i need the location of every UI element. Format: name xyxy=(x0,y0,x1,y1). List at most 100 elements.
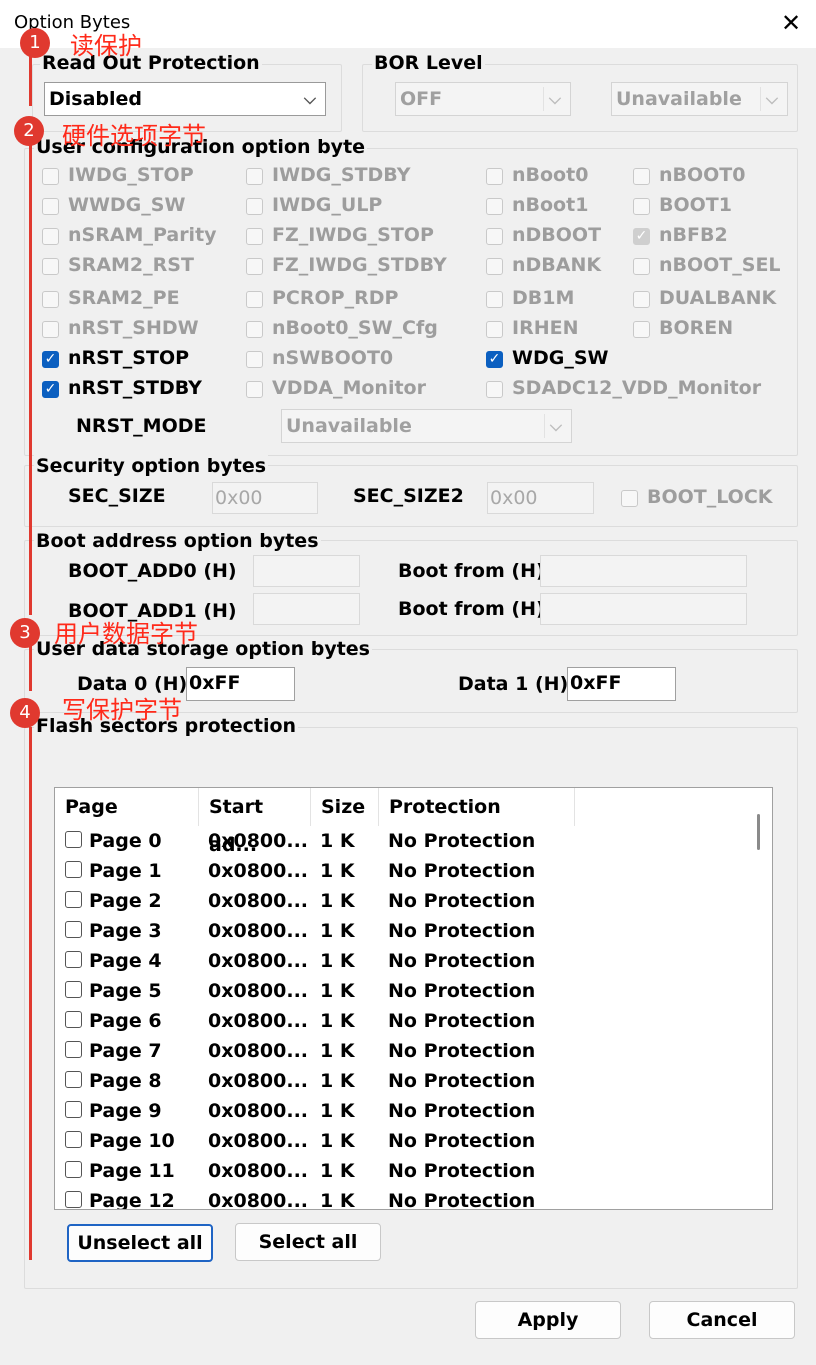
cell-size: 1 K xyxy=(320,830,355,852)
bor-level-select[interactable]: OFF ⌵ xyxy=(395,82,571,116)
row-checkbox[interactable] xyxy=(65,951,82,968)
cell-protection: No Protection xyxy=(388,1190,536,1210)
column-header-start-address[interactable]: Start ad... xyxy=(199,788,311,856)
cell-start: 0x0800... xyxy=(208,980,309,1002)
row-checkbox[interactable] xyxy=(65,1161,82,1178)
table-row[interactable]: Page 5 0x0800... 1 K No Protection xyxy=(55,976,745,1006)
checkbox-sram2-rst[interactable]: SRAM2_RST xyxy=(42,254,242,282)
checkbox-iwdg-stop[interactable]: IWDG_STOP xyxy=(42,164,242,192)
checkbox-nrst-shdw[interactable]: nRST_SHDW xyxy=(42,317,242,345)
read-out-protection-select[interactable]: Disabled ⌵ xyxy=(44,82,326,116)
row-checkbox[interactable] xyxy=(65,831,82,848)
row-checkbox[interactable] xyxy=(65,861,82,878)
checkbox-dualbank[interactable]: DUALBANK xyxy=(633,287,816,315)
checkbox-box xyxy=(42,198,59,215)
select-all-button[interactable]: Select all xyxy=(235,1223,381,1261)
table-row[interactable]: Page 0 0x0800... 1 K No Protection xyxy=(55,826,745,856)
sec-size2-field[interactable]: 0x00 xyxy=(487,482,594,514)
checkbox-iwdg-stdby[interactable]: IWDG_STDBY xyxy=(246,164,446,192)
checkbox-box xyxy=(246,198,263,215)
checkmark-icon: ✓ xyxy=(42,351,59,368)
table-row[interactable]: Page 4 0x0800... 1 K No Protection xyxy=(55,946,745,976)
row-checkbox[interactable] xyxy=(65,1011,82,1028)
sec-size-field[interactable]: 0x00 xyxy=(212,482,318,514)
boot-lock-checkbox[interactable]: BOOT_LOCK xyxy=(621,486,791,514)
checkbox-fz-iwdg-stop[interactable]: FZ_IWDG_STOP xyxy=(246,224,446,252)
checkbox-label: FZ_IWDG_STOP xyxy=(272,224,434,246)
checkbox-nrst-stop[interactable]: ✓ nRST_STOP xyxy=(42,347,242,375)
cancel-button[interactable]: Cancel xyxy=(649,1301,795,1339)
row-checkbox[interactable] xyxy=(65,1131,82,1148)
row-checkbox[interactable] xyxy=(65,921,82,938)
checkbox-nboot-sel[interactable]: nBOOT_SEL xyxy=(633,254,816,282)
cell-page: Page 3 xyxy=(89,920,162,942)
boot-add1-field[interactable] xyxy=(253,593,360,625)
table-row[interactable]: Page 12 0x0800... 1 K No Protection xyxy=(55,1186,745,1210)
table-row[interactable]: Page 2 0x0800... 1 K No Protection xyxy=(55,886,745,916)
table-row[interactable]: Page 1 0x0800... 1 K No Protection xyxy=(55,856,745,886)
row-checkbox[interactable] xyxy=(65,1071,82,1088)
checkbox-wdg-sw[interactable]: ✓ WDG_SW xyxy=(486,347,686,375)
checkbox-nboot0-sw-cfg[interactable]: nBoot0_SW_Cfg xyxy=(246,317,446,345)
checkbox-boot1[interactable]: BOOT1 xyxy=(633,194,816,222)
checkbox-label: nBFB2 xyxy=(659,224,728,246)
column-header-size[interactable]: Size xyxy=(311,788,379,826)
table-row[interactable]: Page 11 0x0800... 1 K No Protection xyxy=(55,1156,745,1186)
annotation-arrow-4 xyxy=(29,727,32,1260)
checkbox-nsram-parity[interactable]: nSRAM_Parity xyxy=(42,224,242,252)
unselect-all-button[interactable]: Unselect all xyxy=(67,1224,213,1262)
checkbox-nbfb2[interactable]: ✓ nBFB2 xyxy=(633,224,816,252)
checkbox-box xyxy=(621,490,638,507)
row-checkbox[interactable] xyxy=(65,1041,82,1058)
checkbox-sdadc12-vdd-monitor[interactable]: SDADC12_VDD_Monitor xyxy=(486,377,761,405)
page-list[interactable]: Page Start ad... Size Protection Page 0 0… xyxy=(54,787,773,1210)
checkbox-label: SDADC12_VDD_Monitor xyxy=(512,377,762,399)
row-checkbox[interactable] xyxy=(65,1101,82,1118)
boot-from-field-1[interactable] xyxy=(540,555,747,587)
column-header-page[interactable]: Page xyxy=(55,788,199,826)
checkbox-sram2-pe[interactable]: SRAM2_PE xyxy=(42,287,242,315)
checkbox-box xyxy=(486,228,503,245)
table-row[interactable]: Page 10 0x0800... 1 K No Protection xyxy=(55,1126,745,1156)
cell-protection: No Protection xyxy=(388,1010,536,1032)
checkbox-wwdg-sw[interactable]: WWDG_SW xyxy=(42,194,242,222)
table-row[interactable]: Page 3 0x0800... 1 K No Protection xyxy=(55,916,745,946)
table-row[interactable]: Page 8 0x0800... 1 K No Protection xyxy=(55,1066,745,1096)
column-header-protection[interactable]: Protection xyxy=(379,788,575,826)
checkbox-nboot0[interactable]: nBOOT0 xyxy=(633,164,816,192)
close-icon[interactable]: ✕ xyxy=(776,8,806,38)
nrst-mode-select[interactable]: Unavailable ⌵ xyxy=(281,409,572,443)
boot-from-field-2[interactable] xyxy=(540,593,747,625)
checkbox-label: IWDG_STDBY xyxy=(272,164,411,186)
boot-address-legend: Boot address option bytes xyxy=(34,530,321,552)
checkbox-nrst-stdby[interactable]: ✓ nRST_STDBY xyxy=(42,377,242,405)
bor-level-select-2[interactable]: Unavailable ⌵ xyxy=(611,82,788,116)
data0-field[interactable]: 0xFF xyxy=(186,667,295,701)
table-row[interactable]: Page 6 0x0800... 1 K No Protection xyxy=(55,1006,745,1036)
checkbox-iwdg-ulp[interactable]: IWDG_ULP xyxy=(246,194,446,222)
cell-size: 1 K xyxy=(320,1130,355,1152)
checkbox-fz-iwdg-stdby[interactable]: FZ_IWDG_STDBY xyxy=(246,254,447,282)
table-row[interactable]: Page 9 0x0800... 1 K No Protection xyxy=(55,1096,745,1126)
checkbox-pcrop-rdp[interactable]: PCROP_RDP xyxy=(246,287,446,315)
boot-add0-field[interactable] xyxy=(253,555,360,587)
cell-start: 0x0800... xyxy=(208,1070,309,1092)
cell-start: 0x0800... xyxy=(208,830,309,852)
table-row[interactable]: Page 7 0x0800... 1 K No Protection xyxy=(55,1036,745,1066)
data1-field[interactable]: 0xFF xyxy=(567,667,676,701)
checkbox-vdda-monitor[interactable]: VDDA_Monitor xyxy=(246,377,446,405)
row-checkbox[interactable] xyxy=(65,981,82,998)
cell-size: 1 K xyxy=(320,1070,355,1092)
annotation-number-1: 1 xyxy=(20,28,50,58)
row-checkbox[interactable] xyxy=(65,891,82,908)
checkbox-nswboot0[interactable]: nSWBOOT0 xyxy=(246,347,446,375)
checkbox-label: IWDG_ULP xyxy=(272,194,383,216)
cell-page: Page 6 xyxy=(89,1010,162,1032)
cell-start: 0x0800... xyxy=(208,1040,309,1062)
cell-page: Page 4 xyxy=(89,950,162,972)
checkbox-boren[interactable]: BOREN xyxy=(633,317,816,345)
row-checkbox[interactable] xyxy=(65,1191,82,1208)
checkbox-box xyxy=(246,351,263,368)
apply-button[interactable]: Apply xyxy=(475,1301,621,1339)
scrollbar-thumb[interactable] xyxy=(757,814,760,850)
